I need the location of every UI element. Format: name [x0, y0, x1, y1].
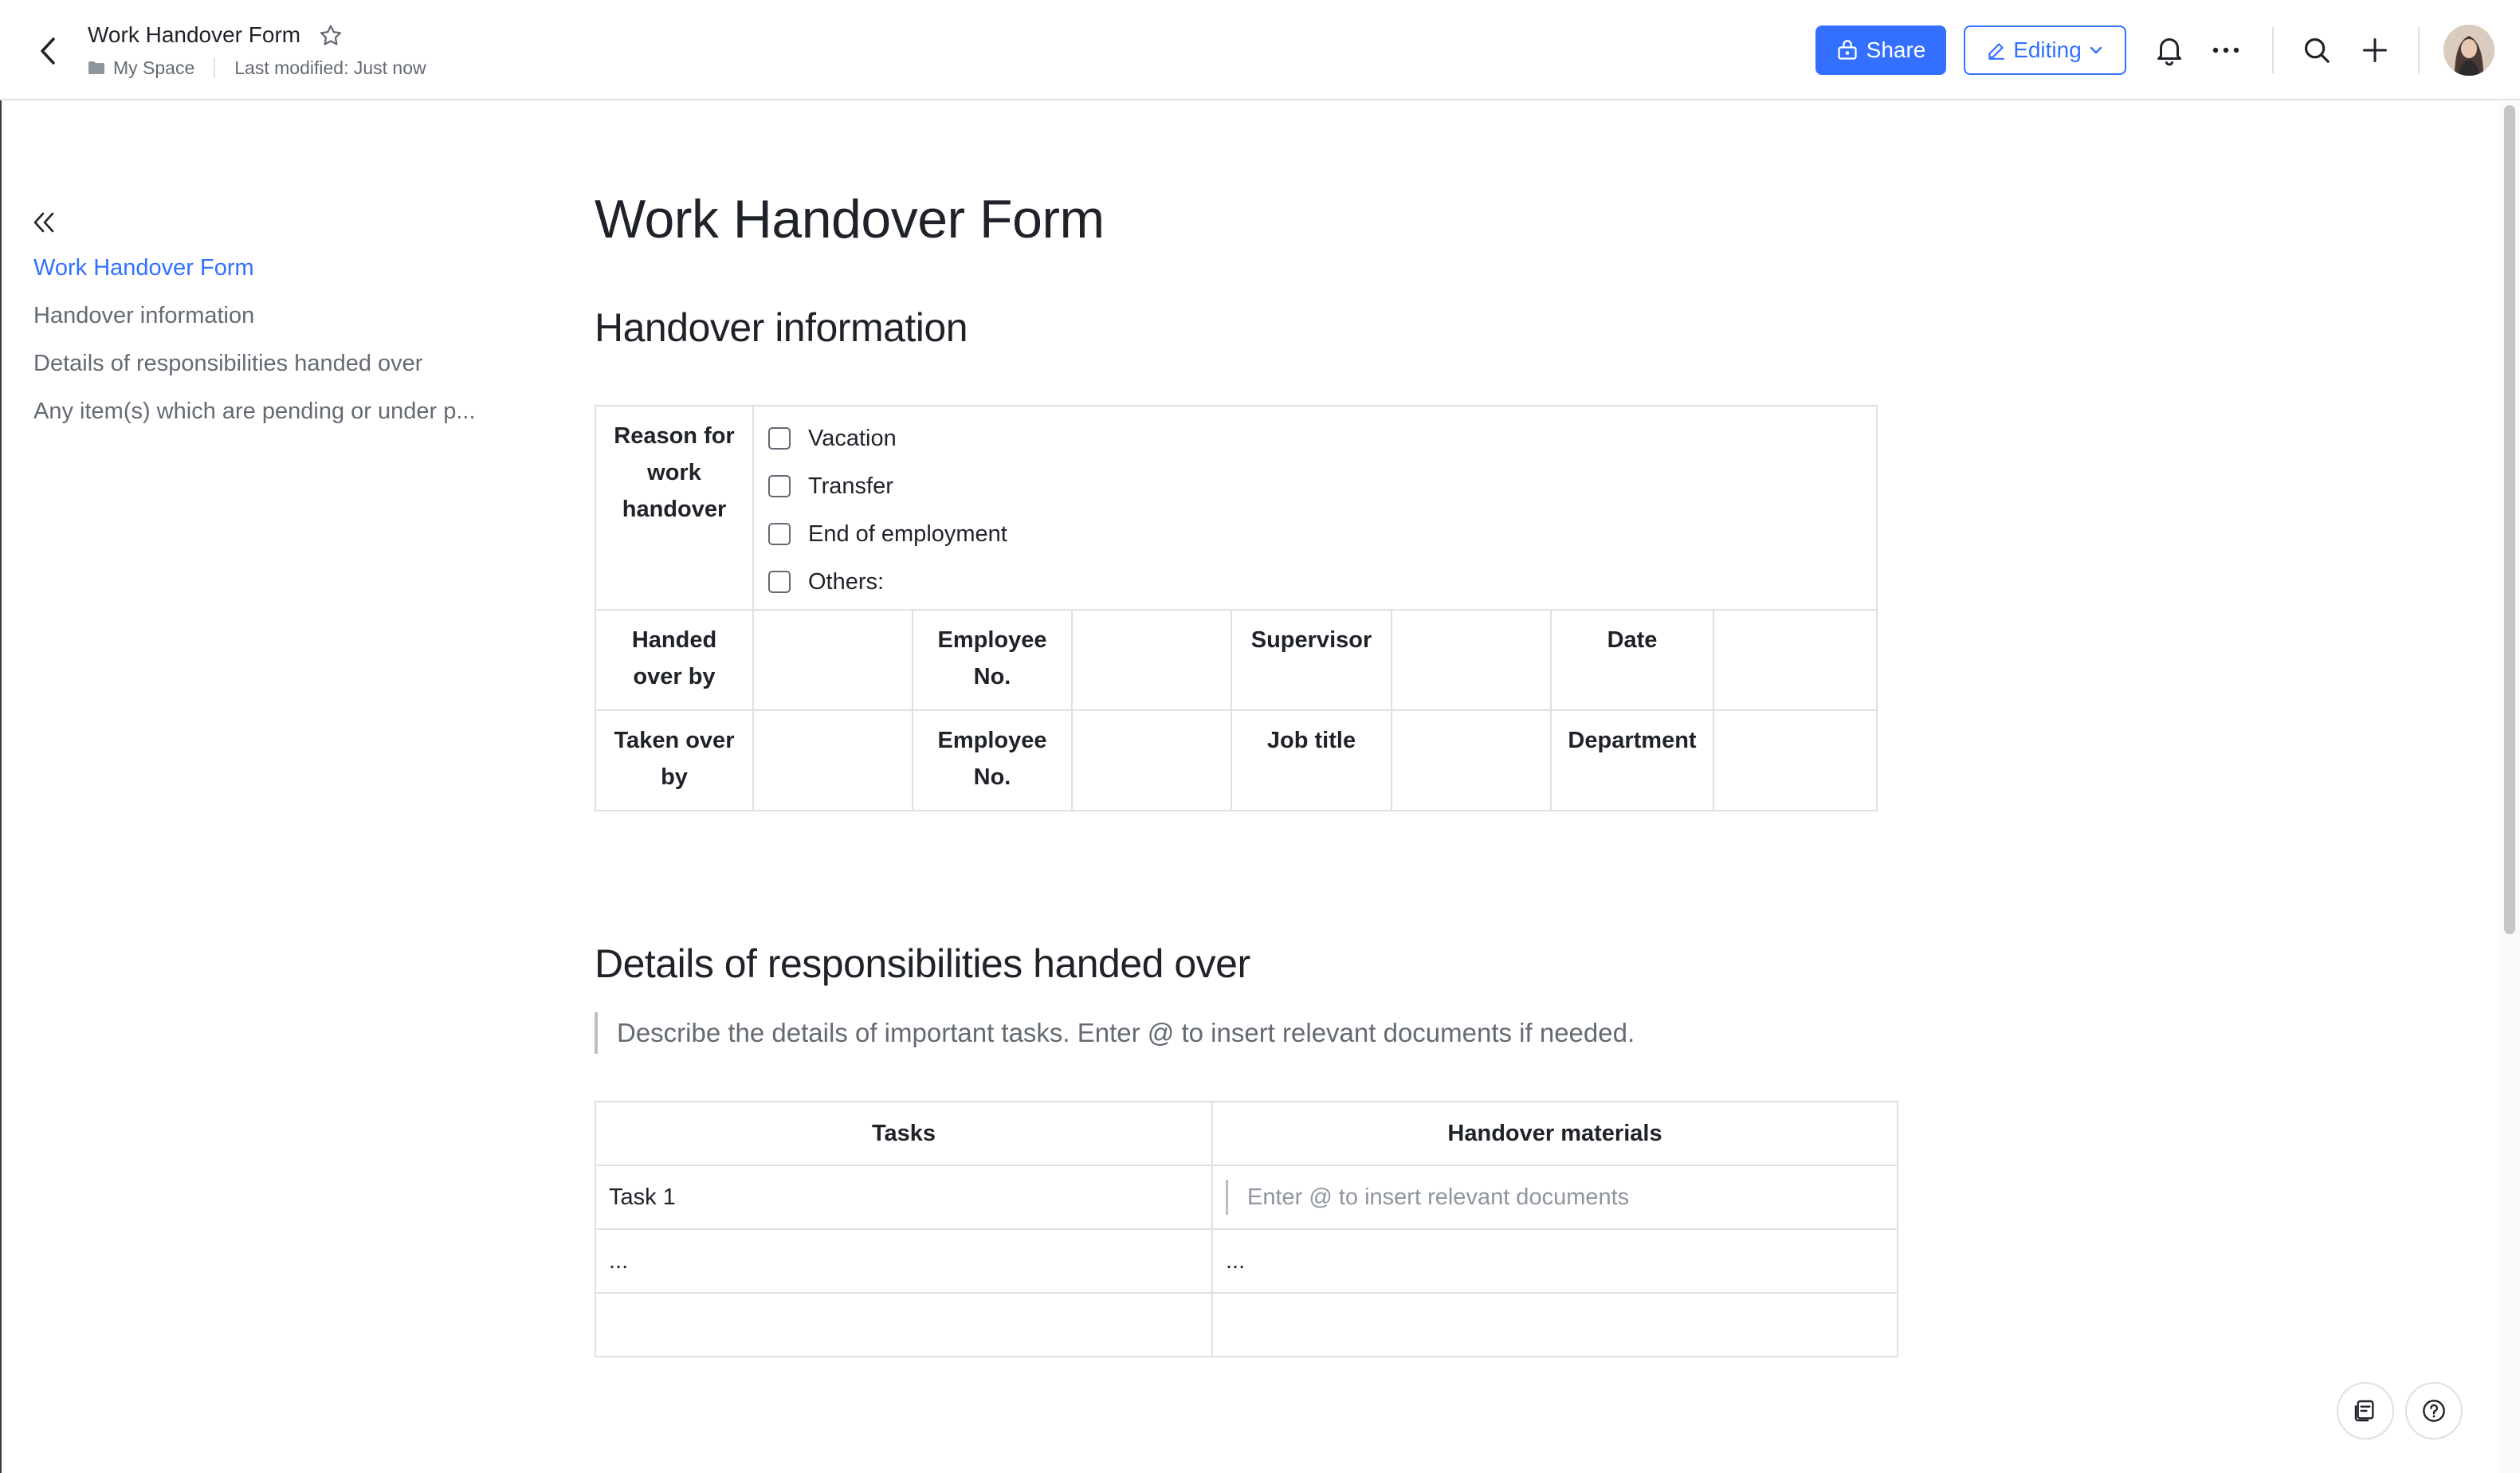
reason-label-cell[interactable]: Reason for work handover — [595, 405, 754, 611]
materials-cell[interactable] — [1211, 1292, 1898, 1357]
last-modified-text: Last modified: Just now — [234, 57, 426, 78]
transfer-label: Transfer — [808, 473, 893, 499]
job-title-value-cell[interactable] — [1391, 709, 1552, 811]
top-bar: Work Handover Form My Space Last modifie… — [0, 0, 2520, 100]
notifications-button[interactable] — [2149, 30, 2189, 70]
comments-panel-button[interactable] — [2337, 1382, 2394, 1440]
user-avatar[interactable] — [2443, 25, 2494, 76]
reason-option-vacation[interactable]: Vacation — [754, 414, 1876, 462]
materials-placeholder: Enter @ to insert relevant documents — [1226, 1180, 1629, 1215]
end-of-employment-checkbox[interactable] — [768, 523, 791, 545]
section-heading-details-of-responsibilities[interactable]: Details of responsibilities handed over — [595, 941, 1250, 987]
reason-option-others[interactable]: Others: — [754, 558, 1876, 606]
task-cell[interactable] — [595, 1292, 1213, 1357]
section-hint-quote[interactable]: Describe the details of important tasks.… — [595, 1012, 1635, 1054]
employee-no-label[interactable]: Employee No. — [912, 709, 1073, 811]
handed-over-by-value-cell[interactable] — [752, 609, 913, 711]
chevron-down-icon — [2090, 46, 2102, 54]
plus-icon — [2363, 38, 2387, 62]
document-title[interactable]: Work Handover Form — [88, 22, 300, 48]
outline-item-details-of-responsibilities[interactable]: Details of responsibilities handed over — [33, 351, 422, 377]
more-options-button[interactable] — [2206, 30, 2246, 70]
scrollbar-thumb[interactable] — [2504, 105, 2515, 934]
transfer-checkbox[interactable] — [768, 475, 791, 497]
location-link[interactable]: My Space — [113, 57, 194, 79]
document-comment-icon — [2354, 1400, 2374, 1422]
bell-icon — [2157, 38, 2181, 66]
employee-no-value-cell[interactable] — [1071, 609, 1232, 711]
question-mark-icon — [2423, 1400, 2445, 1422]
section-heading-handover-information[interactable]: Handover information — [595, 304, 968, 351]
window-left-edge — [0, 100, 2, 1473]
create-new-button[interactable] — [2355, 30, 2395, 70]
table-row: ... ... — [595, 1228, 1898, 1294]
tasks-table: Tasks Handover materials Task 1 Enter @ … — [595, 1101, 1898, 1357]
date-value-cell[interactable] — [1712, 609, 1878, 711]
search-icon — [2304, 37, 2330, 63]
handed-over-by-label[interactable]: Handed over by — [595, 609, 754, 711]
table-row — [595, 1292, 1898, 1357]
vacation-checkbox[interactable] — [768, 427, 791, 450]
department-label[interactable]: Department — [1550, 709, 1714, 811]
vacation-label: Vacation — [808, 425, 897, 451]
collapse-outline-button[interactable] — [29, 207, 59, 238]
tasks-column-header[interactable]: Tasks — [595, 1101, 1213, 1166]
pencil-icon — [1988, 43, 2004, 60]
toolbar-divider — [2272, 27, 2274, 73]
supervisor-label[interactable]: Supervisor — [1231, 609, 1392, 711]
department-value-cell[interactable] — [1712, 709, 1878, 811]
breadcrumb: My Space Last modified: Just now — [88, 56, 426, 80]
reason-option-transfer[interactable]: Transfer — [754, 462, 1876, 510]
handover-materials-column-header[interactable]: Handover materials — [1211, 1101, 1898, 1166]
search-button[interactable] — [2297, 30, 2337, 70]
back-button[interactable] — [32, 32, 64, 70]
chevron-left-icon — [41, 37, 55, 65]
star-icon — [320, 25, 342, 45]
job-title-label[interactable]: Job title — [1231, 709, 1392, 811]
employee-no-label[interactable]: Employee No. — [912, 609, 1073, 711]
double-chevron-left-icon — [33, 212, 54, 233]
materials-cell[interactable]: Enter @ to insert relevant documents — [1211, 1165, 1898, 1230]
taken-over-by-value-cell[interactable] — [752, 709, 913, 811]
share-button[interactable]: Share — [1815, 26, 1946, 75]
handover-information-table: Reason for work handover Vacation Transf… — [595, 405, 1878, 811]
outline-item-title[interactable]: Work Handover Form — [33, 255, 254, 281]
more-horizontal-icon — [2212, 47, 2239, 53]
materials-cell[interactable]: ... — [1211, 1228, 1898, 1294]
editing-label: Editing — [2013, 37, 2082, 62]
employee-no-value-cell[interactable] — [1071, 709, 1232, 811]
reason-option-end-of-employment[interactable]: End of employment — [754, 510, 1876, 558]
page-title[interactable]: Work Handover Form — [595, 188, 1105, 250]
others-label: Others: — [808, 568, 885, 595]
reason-options-cell[interactable]: Vacation Transfer End of employment Othe… — [752, 405, 1878, 611]
favorite-button[interactable] — [317, 22, 344, 49]
outline-item-handover-information[interactable]: Handover information — [33, 303, 254, 329]
date-label[interactable]: Date — [1550, 609, 1714, 711]
reason-label: Reason for work handover — [614, 423, 735, 522]
outline-item-pending-items[interactable]: Any item(s) which are pending or under p… — [33, 399, 476, 425]
task-cell[interactable]: ... — [595, 1228, 1213, 1294]
editing-mode-button[interactable]: Editing — [1964, 26, 2126, 75]
toolbar-divider — [2418, 27, 2420, 73]
table-row: Task 1 Enter @ to insert relevant docume… — [595, 1165, 1898, 1230]
supervisor-value-cell[interactable] — [1391, 609, 1552, 711]
task-cell[interactable]: Task 1 — [595, 1165, 1213, 1230]
others-checkbox[interactable] — [768, 571, 791, 593]
help-button[interactable] — [2405, 1382, 2463, 1440]
share-label: Share — [1866, 37, 1926, 62]
taken-over-by-label[interactable]: Taken over by — [595, 709, 754, 811]
lock-share-icon — [1837, 40, 1857, 60]
avatar-image — [2443, 25, 2494, 76]
end-of-employment-label: End of employment — [808, 520, 1007, 547]
breadcrumb-divider — [214, 58, 216, 77]
folder-icon — [88, 61, 104, 74]
